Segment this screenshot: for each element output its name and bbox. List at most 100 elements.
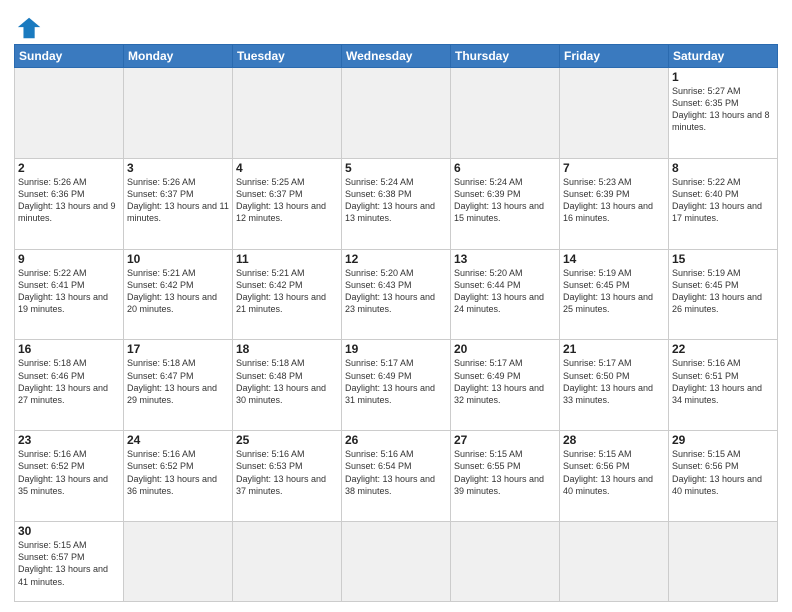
calendar-cell bbox=[124, 522, 233, 602]
day-info: Sunrise: 5:18 AM Sunset: 6:48 PM Dayligh… bbox=[236, 357, 338, 406]
day-info: Sunrise: 5:18 AM Sunset: 6:47 PM Dayligh… bbox=[127, 357, 229, 406]
calendar-cell: 24Sunrise: 5:16 AM Sunset: 6:52 PM Dayli… bbox=[124, 431, 233, 522]
day-number: 18 bbox=[236, 342, 338, 356]
weekday-wednesday: Wednesday bbox=[342, 45, 451, 68]
calendar-cell: 20Sunrise: 5:17 AM Sunset: 6:49 PM Dayli… bbox=[451, 340, 560, 431]
week-row-1: 1Sunrise: 5:27 AM Sunset: 6:35 PM Daylig… bbox=[15, 68, 778, 159]
day-info: Sunrise: 5:23 AM Sunset: 6:39 PM Dayligh… bbox=[563, 176, 665, 225]
calendar-cell: 10Sunrise: 5:21 AM Sunset: 6:42 PM Dayli… bbox=[124, 249, 233, 340]
header bbox=[14, 10, 778, 38]
day-info: Sunrise: 5:16 AM Sunset: 6:53 PM Dayligh… bbox=[236, 448, 338, 497]
day-info: Sunrise: 5:19 AM Sunset: 6:45 PM Dayligh… bbox=[672, 267, 774, 316]
calendar-cell bbox=[233, 522, 342, 602]
weekday-sunday: Sunday bbox=[15, 45, 124, 68]
week-row-6: 30Sunrise: 5:15 AM Sunset: 6:57 PM Dayli… bbox=[15, 522, 778, 602]
week-row-2: 2Sunrise: 5:26 AM Sunset: 6:36 PM Daylig… bbox=[15, 158, 778, 249]
calendar-cell: 22Sunrise: 5:16 AM Sunset: 6:51 PM Dayli… bbox=[669, 340, 778, 431]
calendar-cell: 27Sunrise: 5:15 AM Sunset: 6:55 PM Dayli… bbox=[451, 431, 560, 522]
day-number: 26 bbox=[345, 433, 447, 447]
day-info: Sunrise: 5:21 AM Sunset: 6:42 PM Dayligh… bbox=[236, 267, 338, 316]
calendar-cell: 12Sunrise: 5:20 AM Sunset: 6:43 PM Dayli… bbox=[342, 249, 451, 340]
calendar-cell: 14Sunrise: 5:19 AM Sunset: 6:45 PM Dayli… bbox=[560, 249, 669, 340]
calendar-cell: 6Sunrise: 5:24 AM Sunset: 6:39 PM Daylig… bbox=[451, 158, 560, 249]
day-number: 7 bbox=[563, 161, 665, 175]
calendar-cell: 7Sunrise: 5:23 AM Sunset: 6:39 PM Daylig… bbox=[560, 158, 669, 249]
calendar: SundayMondayTuesdayWednesdayThursdayFrid… bbox=[14, 44, 778, 602]
weekday-thursday: Thursday bbox=[451, 45, 560, 68]
day-info: Sunrise: 5:16 AM Sunset: 6:52 PM Dayligh… bbox=[127, 448, 229, 497]
calendar-cell bbox=[233, 68, 342, 159]
day-number: 10 bbox=[127, 252, 229, 266]
calendar-cell: 25Sunrise: 5:16 AM Sunset: 6:53 PM Dayli… bbox=[233, 431, 342, 522]
day-number: 23 bbox=[18, 433, 120, 447]
day-number: 11 bbox=[236, 252, 338, 266]
day-info: Sunrise: 5:15 AM Sunset: 6:55 PM Dayligh… bbox=[454, 448, 556, 497]
week-row-4: 16Sunrise: 5:18 AM Sunset: 6:46 PM Dayli… bbox=[15, 340, 778, 431]
day-info: Sunrise: 5:20 AM Sunset: 6:44 PM Dayligh… bbox=[454, 267, 556, 316]
day-info: Sunrise: 5:21 AM Sunset: 6:42 PM Dayligh… bbox=[127, 267, 229, 316]
day-info: Sunrise: 5:15 AM Sunset: 6:57 PM Dayligh… bbox=[18, 539, 120, 588]
weekday-friday: Friday bbox=[560, 45, 669, 68]
calendar-cell bbox=[342, 68, 451, 159]
calendar-cell: 23Sunrise: 5:16 AM Sunset: 6:52 PM Dayli… bbox=[15, 431, 124, 522]
day-info: Sunrise: 5:16 AM Sunset: 6:52 PM Dayligh… bbox=[18, 448, 120, 497]
day-number: 3 bbox=[127, 161, 229, 175]
weekday-monday: Monday bbox=[124, 45, 233, 68]
calendar-cell bbox=[342, 522, 451, 602]
calendar-cell: 19Sunrise: 5:17 AM Sunset: 6:49 PM Dayli… bbox=[342, 340, 451, 431]
day-number: 4 bbox=[236, 161, 338, 175]
weekday-tuesday: Tuesday bbox=[233, 45, 342, 68]
day-number: 1 bbox=[672, 70, 774, 84]
day-number: 24 bbox=[127, 433, 229, 447]
calendar-cell bbox=[124, 68, 233, 159]
calendar-cell: 17Sunrise: 5:18 AM Sunset: 6:47 PM Dayli… bbox=[124, 340, 233, 431]
calendar-cell bbox=[560, 68, 669, 159]
day-number: 14 bbox=[563, 252, 665, 266]
day-number: 5 bbox=[345, 161, 447, 175]
calendar-cell: 5Sunrise: 5:24 AM Sunset: 6:38 PM Daylig… bbox=[342, 158, 451, 249]
day-info: Sunrise: 5:17 AM Sunset: 6:49 PM Dayligh… bbox=[454, 357, 556, 406]
week-row-3: 9Sunrise: 5:22 AM Sunset: 6:41 PM Daylig… bbox=[15, 249, 778, 340]
day-number: 20 bbox=[454, 342, 556, 356]
day-info: Sunrise: 5:22 AM Sunset: 6:40 PM Dayligh… bbox=[672, 176, 774, 225]
calendar-cell: 28Sunrise: 5:15 AM Sunset: 6:56 PM Dayli… bbox=[560, 431, 669, 522]
day-number: 21 bbox=[563, 342, 665, 356]
day-info: Sunrise: 5:24 AM Sunset: 6:39 PM Dayligh… bbox=[454, 176, 556, 225]
day-info: Sunrise: 5:20 AM Sunset: 6:43 PM Dayligh… bbox=[345, 267, 447, 316]
day-number: 15 bbox=[672, 252, 774, 266]
calendar-cell: 15Sunrise: 5:19 AM Sunset: 6:45 PM Dayli… bbox=[669, 249, 778, 340]
day-number: 8 bbox=[672, 161, 774, 175]
weekday-header-row: SundayMondayTuesdayWednesdayThursdayFrid… bbox=[15, 45, 778, 68]
weekday-saturday: Saturday bbox=[669, 45, 778, 68]
day-info: Sunrise: 5:25 AM Sunset: 6:37 PM Dayligh… bbox=[236, 176, 338, 225]
day-number: 28 bbox=[563, 433, 665, 447]
day-number: 2 bbox=[18, 161, 120, 175]
day-info: Sunrise: 5:26 AM Sunset: 6:36 PM Dayligh… bbox=[18, 176, 120, 225]
day-info: Sunrise: 5:17 AM Sunset: 6:49 PM Dayligh… bbox=[345, 357, 447, 406]
day-info: Sunrise: 5:16 AM Sunset: 6:51 PM Dayligh… bbox=[672, 357, 774, 406]
day-number: 9 bbox=[18, 252, 120, 266]
week-row-5: 23Sunrise: 5:16 AM Sunset: 6:52 PM Dayli… bbox=[15, 431, 778, 522]
calendar-cell: 16Sunrise: 5:18 AM Sunset: 6:46 PM Dayli… bbox=[15, 340, 124, 431]
day-info: Sunrise: 5:18 AM Sunset: 6:46 PM Dayligh… bbox=[18, 357, 120, 406]
day-info: Sunrise: 5:16 AM Sunset: 6:54 PM Dayligh… bbox=[345, 448, 447, 497]
day-number: 30 bbox=[18, 524, 120, 538]
logo-icon bbox=[16, 14, 44, 42]
day-number: 6 bbox=[454, 161, 556, 175]
calendar-cell: 26Sunrise: 5:16 AM Sunset: 6:54 PM Dayli… bbox=[342, 431, 451, 522]
calendar-cell bbox=[560, 522, 669, 602]
calendar-cell: 18Sunrise: 5:18 AM Sunset: 6:48 PM Dayli… bbox=[233, 340, 342, 431]
day-info: Sunrise: 5:15 AM Sunset: 6:56 PM Dayligh… bbox=[563, 448, 665, 497]
day-number: 27 bbox=[454, 433, 556, 447]
day-info: Sunrise: 5:19 AM Sunset: 6:45 PM Dayligh… bbox=[563, 267, 665, 316]
day-number: 22 bbox=[672, 342, 774, 356]
calendar-cell: 13Sunrise: 5:20 AM Sunset: 6:44 PM Dayli… bbox=[451, 249, 560, 340]
day-number: 16 bbox=[18, 342, 120, 356]
calendar-cell: 9Sunrise: 5:22 AM Sunset: 6:41 PM Daylig… bbox=[15, 249, 124, 340]
day-number: 25 bbox=[236, 433, 338, 447]
calendar-cell: 4Sunrise: 5:25 AM Sunset: 6:37 PM Daylig… bbox=[233, 158, 342, 249]
calendar-cell: 11Sunrise: 5:21 AM Sunset: 6:42 PM Dayli… bbox=[233, 249, 342, 340]
day-number: 17 bbox=[127, 342, 229, 356]
logo bbox=[14, 14, 44, 38]
calendar-cell bbox=[451, 522, 560, 602]
